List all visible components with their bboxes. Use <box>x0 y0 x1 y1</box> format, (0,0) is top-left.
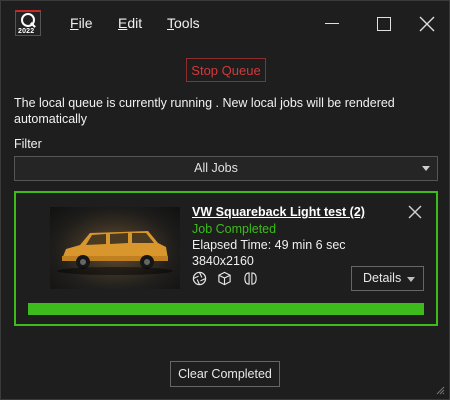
chevron-down-icon <box>407 277 415 282</box>
menu-file-accel: F <box>70 15 79 31</box>
job-progress-bar <box>28 303 424 315</box>
close-window-button[interactable] <box>416 13 438 35</box>
job-progress-fill <box>28 303 424 315</box>
menu-edit-label: dit <box>127 15 143 31</box>
split-bracket-icon <box>244 272 257 285</box>
stop-queue-button[interactable]: Stop Queue <box>186 58 266 82</box>
minimize-button[interactable] <box>321 13 343 35</box>
filter-dropdown[interactable]: All Jobs <box>14 156 438 181</box>
menu-edit-accel: E <box>118 15 128 31</box>
app-window: 2022 File Edit Tools Stop Queue The loca… <box>0 0 450 400</box>
car-render-image <box>50 207 180 289</box>
filter-label: Filter <box>14 137 42 151</box>
app-logo-mark <box>21 13 35 27</box>
job-resolution: 3840x2160 <box>192 254 254 268</box>
title-bar: 2022 File Edit Tools <box>1 1 449 47</box>
job-status: Job Completed <box>192 222 277 236</box>
maximize-button[interactable] <box>373 13 395 35</box>
app-logo-year: 2022 <box>18 28 35 35</box>
resize-grip-icon[interactable] <box>435 385 445 395</box>
menu-tools-label: ools <box>174 15 200 31</box>
clear-completed-button[interactable]: Clear Completed <box>170 361 280 387</box>
menu-edit[interactable]: Edit <box>118 15 142 31</box>
filter-selected-value: All Jobs <box>194 161 238 175</box>
job-icon-row <box>192 271 264 287</box>
details-label: Details <box>363 271 402 285</box>
job-elapsed-time: Elapsed Time: 49 min 6 sec <box>192 238 346 252</box>
close-icon <box>408 205 422 219</box>
menu-file-label: ile <box>78 15 93 31</box>
remove-job-button[interactable] <box>406 203 424 221</box>
chevron-down-icon <box>422 166 430 171</box>
menu-file[interactable]: File <box>70 15 93 31</box>
menu-tools-accel: T <box>167 15 174 31</box>
queue-status-text: The local queue is currently running . N… <box>14 96 395 126</box>
cube-icon <box>218 271 232 286</box>
aperture-icon <box>192 271 207 286</box>
job-card[interactable]: VW Squareback Light test (2) Job Complet… <box>14 191 438 326</box>
job-title-link[interactable]: VW Squareback Light test (2) <box>192 205 365 219</box>
app-logo: 2022 <box>15 10 41 36</box>
menu-tools[interactable]: Tools <box>167 15 200 31</box>
render-thumbnail <box>50 207 180 289</box>
close-icon <box>419 16 435 32</box>
details-dropdown-button[interactable]: Details <box>351 266 424 291</box>
